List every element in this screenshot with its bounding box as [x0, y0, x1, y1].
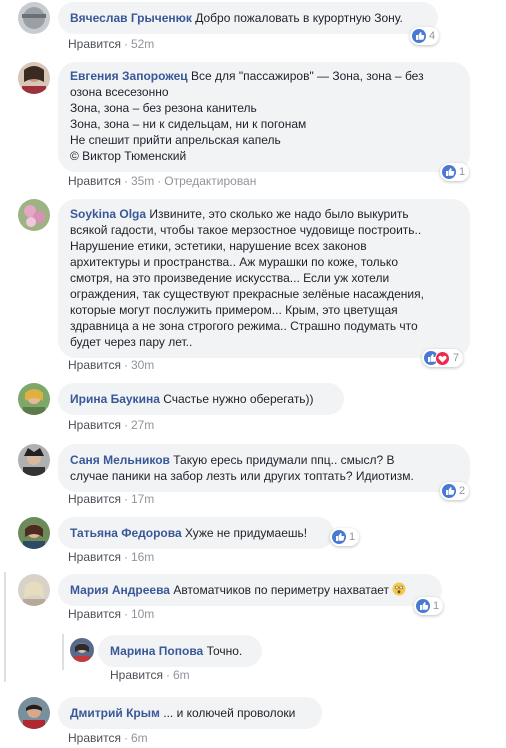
comment-text: всякой гадости, чтобы такое мерзостное ч… — [70, 223, 422, 237]
comment-author[interactable]: Ирина Баукина — [70, 392, 160, 406]
reaction-number: 1 — [349, 531, 356, 543]
avatar[interactable] — [70, 638, 94, 662]
timestamp[interactable]: 52m — [131, 37, 154, 51]
like-link[interactable]: Нравится — [68, 492, 121, 506]
comment-bubble: Ирина Баукина Счастье нужно оберегать)) — [58, 383, 344, 415]
comment-meta: Нравится · 6m — [110, 668, 190, 682]
comment-text: Добро пожаловать в курортную Зону. — [195, 11, 403, 25]
reaction-number: 2 — [459, 485, 466, 497]
comment-meta: Нравится · 17m — [68, 492, 155, 506]
timestamp[interactable]: 6m — [173, 668, 190, 682]
comment-meta: Нравится · 10m — [68, 607, 155, 621]
like-reaction-icon — [412, 29, 426, 43]
comment-author[interactable]: Татьяна Федорова — [70, 526, 182, 540]
comment-text: Извините, это сколько же надо было выкур… — [149, 207, 409, 221]
astonished-emoji-icon — [392, 582, 406, 596]
timestamp[interactable]: 16m — [131, 550, 154, 564]
avatar[interactable] — [18, 2, 50, 34]
comment-meta: Нравится · 6m — [68, 731, 148, 745]
avatar[interactable] — [18, 383, 50, 415]
like-link[interactable]: Нравится — [68, 607, 121, 621]
comment-text: Точно. — [206, 644, 243, 658]
avatar[interactable] — [18, 199, 50, 231]
thread-line — [4, 572, 6, 682]
like-link[interactable]: Нравится — [110, 668, 163, 682]
reaction-number: 4 — [429, 30, 436, 42]
timestamp[interactable]: 17m — [131, 492, 154, 506]
comment-text: которые могут послужить примером... Крым… — [70, 303, 398, 317]
comment-author[interactable]: Евгения Запорожец — [70, 69, 188, 83]
comment-meta: Нравится · 30m — [68, 358, 155, 372]
like-link[interactable]: Нравится — [68, 550, 121, 564]
reaction-count[interactable]: 1 — [414, 597, 444, 615]
reaction-count[interactable]: 7 — [422, 349, 464, 367]
comment-author[interactable]: Дмитрий Крым — [70, 706, 160, 720]
like-link[interactable]: Нравится — [68, 418, 121, 432]
comment-author[interactable]: Марина Попова — [110, 644, 203, 658]
like-link[interactable]: Нравится — [68, 37, 121, 51]
comment-meta: Нравится · 27m — [68, 418, 155, 432]
comment-text: Все для "пассажиров" — Зона, зона – без — [191, 69, 424, 83]
comment-bubble: Мария Андреева Автоматчиков по периметру… — [58, 574, 442, 606]
like-reaction-icon — [332, 530, 346, 544]
comment-bubble: Soykina Olga Извините, это сколько же на… — [58, 199, 470, 358]
comment-text: Зона, зона – ни к сидельцам, ни к погона… — [70, 117, 307, 131]
comment-author[interactable]: Soykina Olga — [70, 207, 146, 221]
avatar[interactable] — [18, 697, 50, 729]
comment-text: случае паники на забор лезть или других … — [70, 469, 414, 483]
comment-text: будет через пару лет.. — [70, 335, 193, 349]
timestamp[interactable]: 35m — [131, 174, 154, 188]
thread-line — [62, 634, 64, 670]
like-reaction-icon — [442, 484, 456, 498]
timestamp[interactable]: 10m — [131, 607, 154, 621]
like-link[interactable]: Нравится — [68, 174, 121, 188]
comment-author[interactable]: Саня Мельников — [70, 453, 170, 467]
reaction-number: 1 — [433, 600, 440, 612]
like-link[interactable]: Нравится — [68, 358, 121, 372]
comment-text: Нарушение етики, эстетики, нарушение все… — [70, 239, 367, 253]
edited-label[interactable]: Отредактирован — [164, 174, 256, 188]
comment-bubble: Евгения Запорожец Все для "пассажиров" —… — [58, 62, 470, 172]
like-reaction-icon — [442, 165, 456, 179]
comment-text: Счастье нужно оберегать)) — [163, 392, 314, 406]
comment-text: Хуже не придумаешь! — [184, 526, 308, 540]
reaction-count[interactable]: 4 — [410, 27, 440, 45]
love-reaction-icon — [435, 350, 450, 366]
like-link[interactable]: Нравится — [68, 731, 121, 745]
comment-bubble: Марина Попова Точно. — [98, 635, 262, 667]
avatar[interactable] — [18, 574, 50, 606]
timestamp[interactable]: 6m — [131, 731, 148, 745]
reaction-number: 1 — [459, 166, 466, 178]
comment-text: ... и колючей проволоки — [163, 706, 296, 720]
comment-text: смотря, на это произведение искусства...… — [70, 271, 390, 285]
comment-meta: Нравится · 52m — [68, 37, 155, 51]
reaction-number: 7 — [453, 352, 460, 364]
timestamp[interactable]: 27m — [131, 418, 154, 432]
avatar[interactable] — [18, 62, 50, 94]
comment-bubble: Татьяна Федорова Хуже не придумаешь! — [58, 517, 334, 549]
comment-text: Такую ересь придумали ппц.. смысл? В — [173, 453, 395, 467]
comment-text: Не спешит прийти апрельская капель — [70, 133, 281, 147]
like-reaction-icon — [416, 599, 430, 613]
reaction-count[interactable]: 1 — [330, 528, 360, 546]
avatar[interactable] — [18, 517, 50, 549]
comment-text: здравница а не зона строгого режима.. Ст… — [70, 319, 418, 333]
comment-bubble: Вячеслав Грыченюк Добро пожаловать в кур… — [58, 2, 438, 34]
comment-author[interactable]: Мария Андреева — [70, 583, 170, 597]
comment-text: архитектуры и пространства.. Аж мурашки … — [70, 255, 398, 269]
comment-meta: Нравится · 16m — [68, 550, 155, 564]
comment-author[interactable]: Вячеслав Грыченюк — [70, 11, 192, 25]
reaction-count[interactable]: 2 — [440, 482, 470, 500]
comment-text: озона всесезонно — [70, 85, 169, 99]
comment-text: Зона, зона – без резона канитель — [70, 101, 257, 115]
comment-bubble: Дмитрий Крым ... и колючей проволоки — [58, 697, 322, 729]
avatar[interactable] — [18, 444, 50, 476]
comment-text: © Виктор Тюменский — [70, 149, 187, 163]
comment-meta: Нравится · 35m · Отредактирован — [68, 174, 257, 188]
reaction-count[interactable]: 1 — [440, 163, 470, 181]
comment-text: ограждения, так существуют прекрасные зе… — [70, 287, 424, 301]
timestamp[interactable]: 30m — [131, 358, 154, 372]
comment-text: Автоматчиков по периметру нахватает — [173, 583, 390, 597]
comment-bubble: Саня Мельников Такую ересь придумали ппц… — [58, 444, 470, 492]
